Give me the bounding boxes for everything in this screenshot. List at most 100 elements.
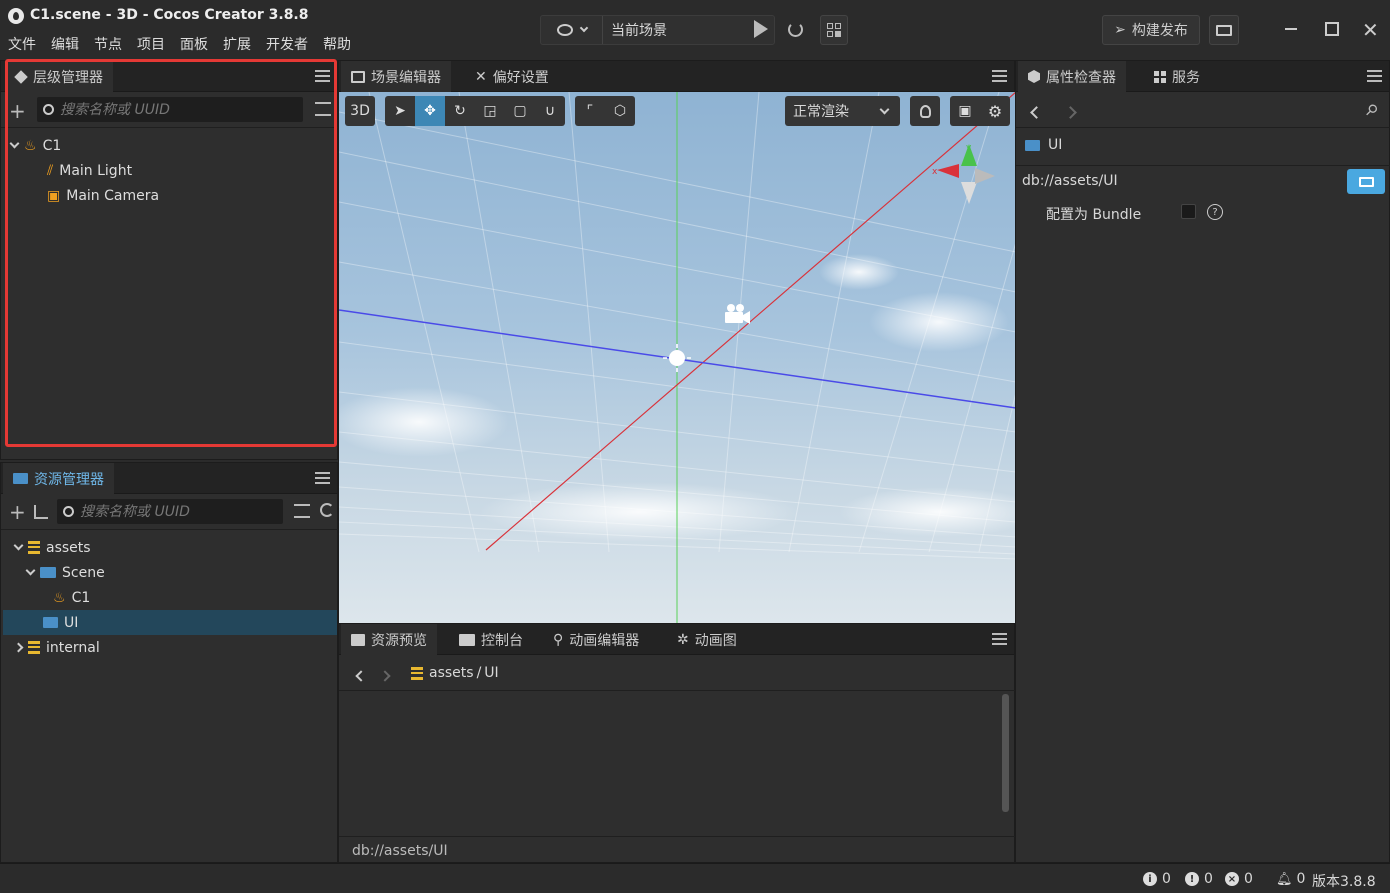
chevron-right-icon (13, 642, 24, 653)
tab-assets[interactable]: 资源管理器 (3, 463, 114, 494)
rect-tool-button[interactable]: ▢ (505, 96, 535, 126)
info-icon: i (1143, 872, 1157, 886)
menu-extension[interactable]: 扩展 (223, 34, 251, 54)
back-arrow-icon[interactable] (1030, 105, 1043, 121)
menu-file[interactable]: 文件 (8, 34, 36, 54)
select-tool-button[interactable]: ➤ (385, 96, 415, 126)
scene-viewport[interactable]: x y (339, 92, 1016, 624)
warn-counter[interactable]: ! 0 (1185, 871, 1213, 887)
move-tool-button[interactable]: ✥ (415, 96, 445, 126)
back-arrow-icon[interactable] (355, 668, 367, 684)
tree-node-c1[interactable]: ♨ C1 (9, 133, 61, 158)
info-counter[interactable]: i 0 (1143, 871, 1171, 887)
help-icon[interactable]: ? (1207, 204, 1223, 220)
tab-inspector[interactable]: 属性检查器 (1018, 61, 1126, 92)
minimize-icon[interactable] (1285, 28, 1297, 30)
tab-scene-editor[interactable]: 场景编辑器 (341, 61, 451, 92)
scene-flame-icon: ♨ (24, 137, 37, 154)
tab-hierarchy[interactable]: 层级管理器 (5, 61, 113, 92)
send-icon: ➢ (1114, 22, 1126, 38)
scale-icon: ◲ (483, 103, 497, 119)
coord-tools: ⌜ ⬡ (575, 96, 635, 126)
menu-edit[interactable]: 编辑 (51, 34, 79, 54)
cocos-logo-icon (8, 8, 24, 24)
forward-arrow-icon[interactable] (1064, 105, 1077, 121)
tab-assets-label: 资源管理器 (34, 471, 104, 488)
hamburger-menu-icon[interactable] (315, 472, 330, 484)
hamburger-menu-icon[interactable] (992, 70, 1007, 82)
error-counter[interactable]: × 0 (1225, 871, 1253, 887)
tab-services[interactable]: 服务 (1144, 61, 1210, 92)
tab-preferences[interactable]: ✕ 偏好设置 (465, 61, 559, 92)
render-mode-label: 正常渲染 (793, 104, 849, 120)
asset-item-assets[interactable]: assets (13, 535, 91, 560)
menu-project[interactable]: 项目 (137, 34, 165, 54)
hamburger-menu-icon[interactable] (1367, 70, 1382, 82)
lighting-button[interactable] (910, 96, 940, 126)
sort-list-icon[interactable] (315, 102, 331, 116)
scene-settings-button[interactable]: ⚙ (980, 96, 1010, 126)
hierarchy-panel: 层级管理器 + ♨ C1 ⫽ Main Light ▣ Main Camera (0, 59, 339, 460)
asset-item-scene[interactable]: Scene (25, 560, 105, 585)
cursor-icon: ➤ (394, 103, 406, 119)
tree-node-main-light[interactable]: ⫽ Main Light (47, 158, 132, 183)
camera-settings-button[interactable]: ▣ (950, 96, 980, 126)
hamburger-menu-icon[interactable] (315, 70, 330, 82)
error-count: 0 (1244, 871, 1253, 887)
assets-panel: 资源管理器 + assets Scene ♨ C1 UI internal (0, 462, 339, 863)
add-node-icon[interactable]: + (9, 101, 26, 121)
bundle-checkbox[interactable] (1181, 204, 1196, 219)
maximize-icon[interactable] (1325, 22, 1339, 36)
qrcode-button[interactable] (820, 15, 848, 45)
info-count: 0 (1162, 871, 1171, 887)
play-icon[interactable] (754, 20, 768, 38)
notification-counter[interactable]: 🔔︎ 0 (1276, 871, 1305, 887)
sort-icon[interactable] (34, 505, 48, 519)
collapse-list-icon[interactable] (294, 504, 310, 518)
asset-item-label: Scene (62, 564, 105, 581)
platform-dropdown[interactable] (541, 16, 603, 44)
scrollbar[interactable] (1002, 694, 1009, 812)
footer-path: db://assets/UI (352, 843, 448, 859)
refresh-icon[interactable] (788, 22, 803, 37)
menu-developer[interactable]: 开发者 (266, 34, 308, 54)
open-in-explorer-button[interactable] (1347, 169, 1385, 194)
add-asset-icon[interactable]: + (9, 502, 26, 522)
scene-editor-panel: 场景编辑器 ✕ 偏好设置 x y 3D ➤ ✥ ↻ ◲ ▢ ∪ ⌜ ⬡ 正常渲染… (338, 60, 1016, 624)
breadcrumb-root[interactable]: assets (429, 665, 474, 681)
inspector-tabbar: 属性检查器 服务 (1016, 61, 1389, 92)
rotate-tool-button[interactable]: ↻ (445, 96, 475, 126)
forward-arrow-icon[interactable] (379, 668, 391, 684)
tab-asset-preview[interactable]: 资源预览 (341, 624, 437, 655)
scale-tool-button[interactable]: ◲ (475, 96, 505, 126)
search-icon (43, 104, 54, 115)
local-global-button[interactable]: ⬡ (605, 96, 635, 126)
pin-icon[interactable]: ⚲ (1361, 100, 1382, 121)
menu-node[interactable]: 节点 (94, 34, 122, 54)
hierarchy-search-input[interactable] (60, 101, 280, 118)
snap-tool-button[interactable]: ∪ (535, 96, 565, 126)
render-mode-dropdown[interactable]: 正常渲染 (785, 96, 900, 126)
tab-animation-editor[interactable]: ⚲ 动画编辑器 (543, 624, 649, 655)
folder-icon (13, 473, 28, 484)
menu-panel[interactable]: 面板 (180, 34, 208, 54)
scene-dropdown[interactable]: 当前场景 (603, 20, 774, 40)
hierarchy-search[interactable] (37, 97, 303, 122)
breadcrumb-leaf[interactable]: UI (484, 665, 498, 681)
asset-item-ui[interactable]: UI (43, 610, 78, 635)
tab-animation-graph[interactable]: ✲ 动画图 (667, 624, 747, 655)
build-publish-button[interactable]: ➢ 构建发布 (1102, 15, 1200, 45)
assets-search-input[interactable] (80, 503, 265, 520)
tree-node-main-camera[interactable]: ▣ Main Camera (47, 183, 159, 208)
menu-help[interactable]: 帮助 (323, 34, 351, 54)
close-icon[interactable]: ✕ (1362, 20, 1379, 40)
asset-item-c1[interactable]: ♨ C1 (53, 585, 90, 610)
pivot-button[interactable]: ⌜ (575, 96, 605, 126)
asset-item-internal[interactable]: internal (13, 635, 100, 660)
tab-console[interactable]: 控制台 (449, 624, 533, 655)
assets-search[interactable] (57, 499, 283, 524)
open-folder-button[interactable] (1209, 15, 1239, 45)
mode-3d-button[interactable]: 3D (345, 96, 375, 126)
refresh-icon[interactable] (320, 503, 334, 517)
hamburger-menu-icon[interactable] (992, 633, 1007, 645)
